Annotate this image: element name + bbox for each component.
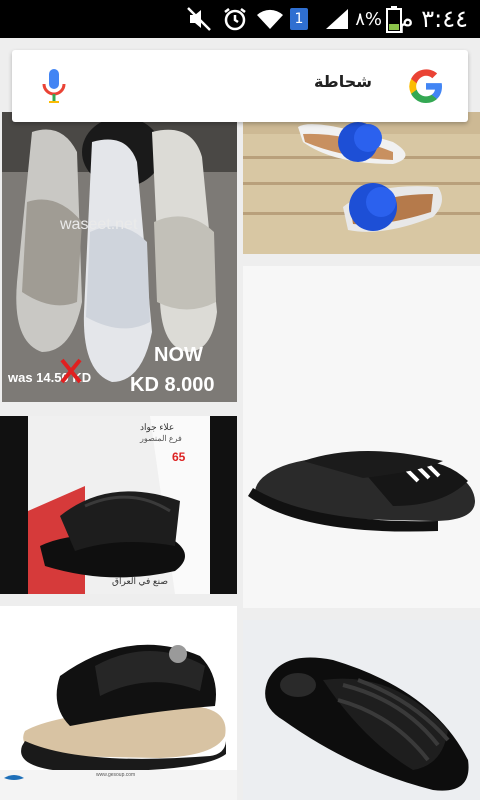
sim-icon: 1	[290, 0, 308, 38]
wifi-icon	[256, 0, 284, 38]
brand-label: علاء جواد	[140, 422, 175, 432]
result-image-blue-pompom-slides[interactable]	[243, 112, 480, 254]
search-bar[interactable]: شحاطة	[12, 50, 468, 122]
search-query[interactable]: شحاطة	[314, 72, 372, 91]
status-bar: 1 ٨% ٣:٤٤ م	[0, 0, 480, 38]
result-image-black-leather-sandal-box[interactable]: 65 علاء جواد فرع المنصور صنع في العراق	[0, 416, 237, 594]
alarm-icon	[222, 0, 248, 38]
result-image-black-molded-slipper[interactable]	[243, 620, 480, 800]
size-label: 65	[172, 450, 186, 464]
result-image-black-velcro-sandal[interactable]: www.gesoup.com	[0, 606, 237, 800]
footer-text: www.gesoup.com	[96, 772, 136, 778]
result-image-silver-slippers[interactable]: waseet.net was 14.50 KD NOW KD 8.000	[2, 112, 237, 402]
mute-icon	[186, 0, 212, 38]
result-image-black-adidas-slides[interactable]	[243, 266, 480, 608]
sim-slot-badge: 1	[290, 8, 308, 30]
clock-time: ٣:٤٤ م	[398, 5, 468, 33]
watermark-text: waseet.net	[60, 216, 138, 233]
battery-percent: ٨%	[355, 8, 382, 30]
google-logo-icon	[406, 66, 446, 106]
signal-icon	[324, 0, 350, 38]
branch-label: فرع المنصور	[140, 434, 182, 443]
now-label: NOW	[154, 344, 203, 366]
microphone-icon[interactable]	[40, 68, 68, 104]
cross-mark-icon	[60, 358, 82, 384]
made-in-label: صنع في العراق	[112, 576, 168, 586]
now-price-label: KD 8.000	[130, 374, 215, 396]
